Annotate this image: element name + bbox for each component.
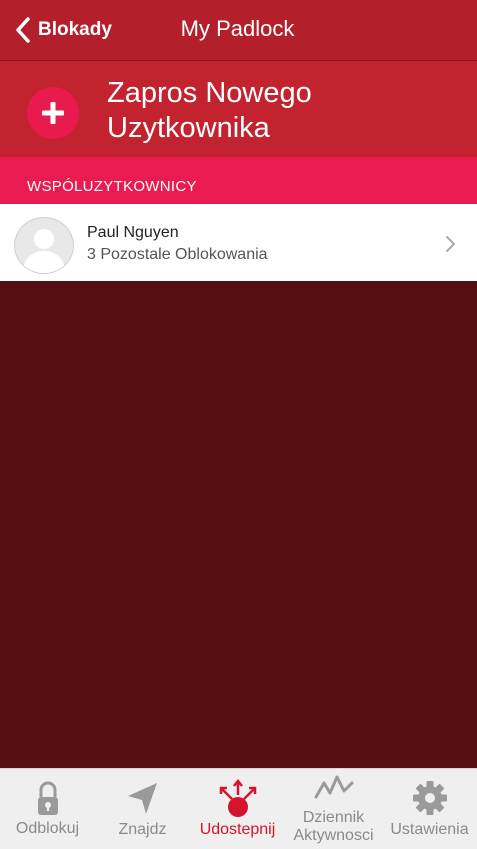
- gear-icon: [412, 781, 447, 815]
- location-arrow-icon: [127, 783, 157, 814]
- plus-icon: [27, 87, 79, 139]
- user-name: Paul Nguyen: [87, 224, 179, 241]
- co-users-section-header: WSPÓLUZYTKOWNICY: [0, 157, 477, 204]
- activity-icon: [314, 775, 353, 799]
- person-icon: [23, 229, 65, 273]
- top-nav-bar: Blokady My Padlock: [0, 0, 477, 61]
- tab-label: Odblokuj: [15, 820, 80, 837]
- tab-label: Znajdz: [118, 821, 167, 838]
- tab-label: Udostepnij: [199, 821, 276, 838]
- avatar: [14, 217, 74, 274]
- tab-ustawienia[interactable]: Ustawienia: [382, 769, 477, 849]
- padlock-icon: [37, 781, 58, 815]
- tab-label: Ustawienia: [390, 821, 469, 838]
- tab-znajdz[interactable]: Znajdz: [95, 769, 190, 849]
- tab-label: Dziennik Aktywnosci: [293, 809, 374, 844]
- tab-odblokuj[interactable]: Odblokuj: [0, 769, 95, 849]
- tab-udostepnij[interactable]: Udostepnij: [190, 769, 285, 849]
- invite-user-button[interactable]: Zapros Nowego Uzytkownika: [0, 61, 477, 157]
- share-icon: [219, 778, 256, 817]
- bottom-tab-bar: Odblokuj Znajdz Udostepnij Dziennik Akty…: [0, 768, 477, 849]
- list-item[interactable]: Paul Nguyen 3 Pozostale Oblokowania: [0, 204, 477, 281]
- section-label: WSPÓLUZYTKOWNICY: [27, 178, 197, 195]
- tab-dziennik-aktywnosci[interactable]: Dziennik Aktywnosci: [285, 769, 382, 849]
- invite-user-label: Zapros Nowego Uzytkownika: [107, 77, 312, 144]
- chevron-right-icon: [446, 236, 455, 252]
- user-remaining-unlocks: 3 Pozostale Oblokowania: [87, 246, 268, 263]
- page-title: My Padlock: [180, 16, 295, 41]
